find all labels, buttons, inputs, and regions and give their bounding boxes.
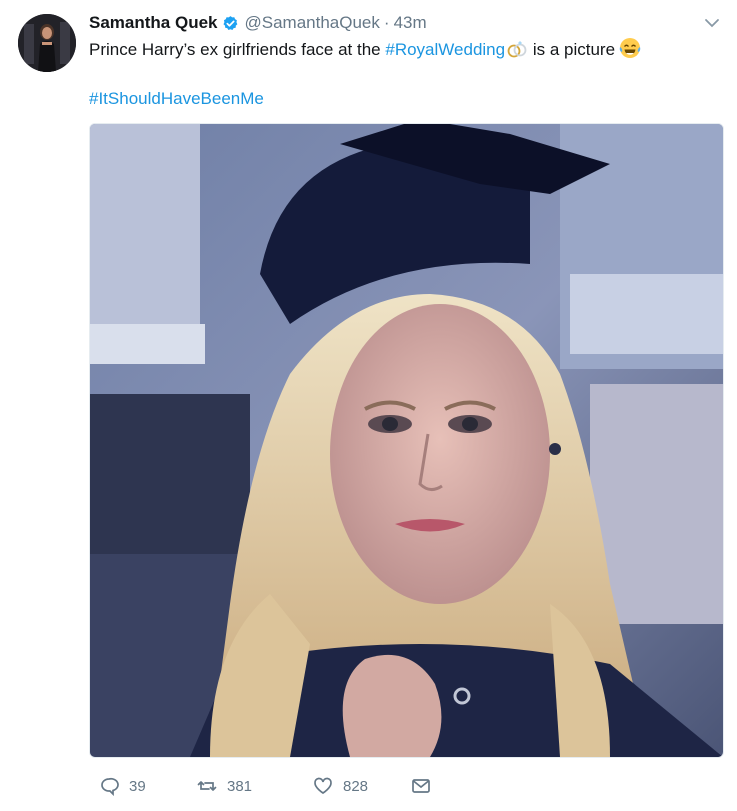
- avatar[interactable]: [18, 14, 76, 72]
- like-count: 828: [343, 777, 369, 795]
- author-name[interactable]: Samantha Quek: [89, 13, 218, 33]
- reply-icon: [99, 776, 119, 796]
- reply-count: 39: [129, 777, 146, 795]
- tweet-text-part: is a picture: [528, 40, 616, 59]
- retweet-count: 381: [227, 777, 253, 795]
- separator: ·: [383, 13, 390, 32]
- chevron-down-icon[interactable]: [703, 14, 721, 32]
- reply-button[interactable]: 39: [89, 776, 187, 796]
- verified-badge-icon: [222, 15, 239, 32]
- timestamp[interactable]: 43m: [394, 13, 427, 33]
- tweet-card: Samantha Quek @SamanthaQuek · 43m Prince…: [0, 0, 737, 811]
- tweet-text: Prince Harry’s ex girlfriends face at th…: [89, 37, 641, 61]
- retweet-button[interactable]: 381: [187, 776, 303, 796]
- hashtag-royal-wedding[interactable]: #RoyalWedding: [385, 40, 505, 59]
- hashtag-it-should-have-been-me[interactable]: #ItShouldHaveBeenMe: [89, 88, 264, 110]
- envelope-icon: [411, 776, 431, 796]
- retweet-icon: [197, 776, 217, 796]
- ring-emoji-icon: [506, 40, 528, 58]
- tweet-text-part: Prince Harry’s ex girlfriends face at th…: [89, 40, 386, 59]
- author-handle[interactable]: @SamanthaQuek: [245, 13, 380, 33]
- tears-of-joy-emoji-icon: [619, 37, 641, 59]
- direct-message-button[interactable]: [401, 776, 430, 796]
- tweet-actions: 39 381 828: [89, 772, 430, 800]
- tweet-header: Samantha Quek @SamanthaQuek · 43m: [89, 12, 697, 34]
- like-button[interactable]: 828: [303, 776, 401, 796]
- heart-icon: [313, 776, 333, 796]
- photo-of-woman-in-black-fascinator: [90, 124, 723, 757]
- tweet-photo[interactable]: [89, 123, 724, 758]
